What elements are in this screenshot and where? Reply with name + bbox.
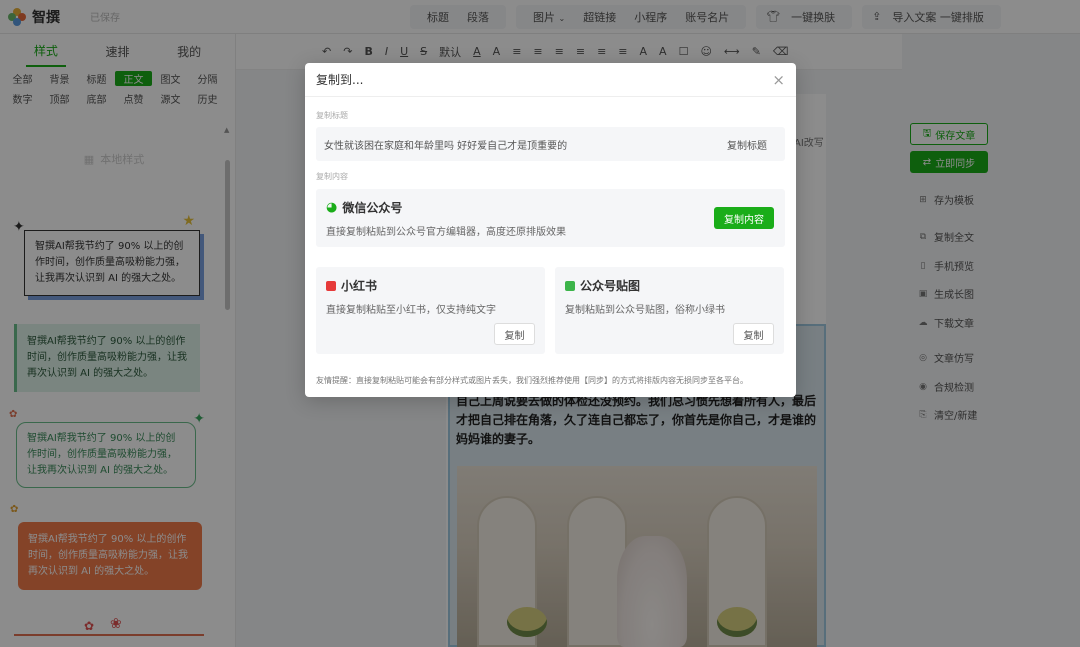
copy-content-section-label: 复制内容 <box>316 172 348 181</box>
dialog-header: 复制到... × <box>305 63 796 97</box>
article-title-row: 女性就该困在家庭和年龄里吗 好好爱自己才是顶重要的 复制标题 <box>316 127 785 161</box>
copy-tip: 友情提醒：直接复制粘贴可能会有部分样式或图片丢失，我们强烈推荐使用【同步】的方式… <box>316 376 748 385</box>
wechat-card-header: ◕ 微信公众号 <box>326 199 402 216</box>
wechat-copy-card: ◕ 微信公众号 直接复制粘贴到公众号官方编辑器，高度还原排版效果 复制内容 <box>316 189 785 247</box>
sticker-card-header: 公众号贴图 <box>565 277 640 294</box>
xiaohongshu-card-header: 小红书 <box>326 277 377 294</box>
wechat-icon: ◕ <box>326 200 338 215</box>
copy-sticker-button[interactable]: 复制 <box>733 323 774 345</box>
sticker-name: 公众号贴图 <box>580 279 641 293</box>
copy-title-section-label: 复制标题 <box>316 111 348 120</box>
dialog-title: 复制到... <box>316 73 364 87</box>
xiaohongshu-name: 小红书 <box>341 279 378 293</box>
wechat-name: 微信公众号 <box>342 201 403 215</box>
sticker-desc: 复制粘贴到公众号贴图，俗称小绿书 <box>565 305 725 316</box>
xiaohongshu-icon <box>326 280 336 291</box>
copy-title-button[interactable]: 复制标题 <box>727 137 767 152</box>
wechat-desc: 直接复制粘贴到公众号官方编辑器，高度还原排版效果 <box>326 227 566 238</box>
article-title: 女性就该困在家庭和年龄里吗 好好爱自己才是顶重要的 <box>324 140 568 152</box>
copy-to-dialog: 复制到... × 复制标题 女性就该困在家庭和年龄里吗 好好爱自己才是顶重要的 … <box>305 63 796 397</box>
sticker-icon <box>565 280 575 291</box>
xiaohongshu-desc: 直接复制粘贴至小红书，仅支持纯文字 <box>326 305 496 316</box>
xiaohongshu-copy-card: 小红书 直接复制粘贴至小红书，仅支持纯文字 复制 <box>316 267 545 354</box>
sticker-copy-card: 公众号贴图 复制粘贴到公众号贴图，俗称小绿书 复制 <box>555 267 784 354</box>
close-icon[interactable]: × <box>772 71 785 89</box>
copy-content-button[interactable]: 复制内容 <box>714 207 774 229</box>
copy-xiaohongshu-button[interactable]: 复制 <box>494 323 535 345</box>
